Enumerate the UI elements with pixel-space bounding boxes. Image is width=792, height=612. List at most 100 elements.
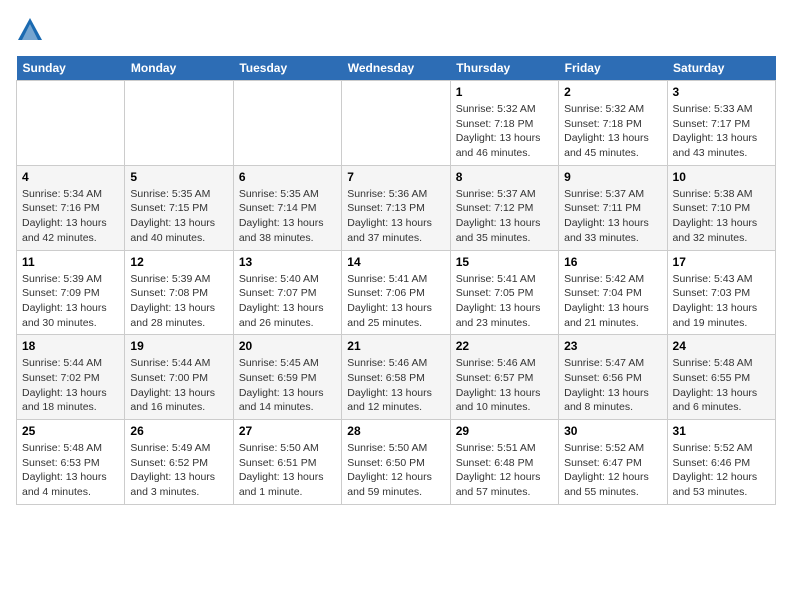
logo [16,16,48,44]
day-info: Sunrise: 5:47 AMSunset: 6:56 PMDaylight:… [564,356,661,415]
day-number: 16 [564,255,661,269]
weekday-header-thursday: Thursday [450,56,558,81]
calendar-cell: 27 Sunrise: 5:50 AMSunset: 6:51 PMDayligh… [233,420,341,505]
calendar-cell: 5 Sunrise: 5:35 AMSunset: 7:15 PMDaylight… [125,165,233,250]
day-info: Sunrise: 5:48 AMSunset: 6:53 PMDaylight:… [22,441,119,500]
day-number: 18 [22,339,119,353]
day-info: Sunrise: 5:50 AMSunset: 6:50 PMDaylight:… [347,441,444,500]
day-info: Sunrise: 5:46 AMSunset: 6:57 PMDaylight:… [456,356,553,415]
day-info: Sunrise: 5:36 AMSunset: 7:13 PMDaylight:… [347,187,444,246]
calendar-cell: 12Sunrise: 5:39 AMSunset: 7:08 PMDayligh… [125,250,233,335]
day-info: Sunrise: 5:41 AMSunset: 7:05 PMDaylight:… [456,272,553,331]
day-info: Sunrise: 5:52 AMSunset: 6:47 PMDaylight:… [564,441,661,500]
day-info: Sunrise: 5:39 AMSunset: 7:08 PMDaylight:… [130,272,227,331]
day-number: 6 [239,170,336,184]
day-number: 8 [456,170,553,184]
calendar-table: SundayMondayTuesdayWednesdayThursdayFrid… [16,56,776,505]
calendar-cell [17,81,125,166]
day-number: 17 [673,255,770,269]
day-number: 10 [673,170,770,184]
calendar-cell: 11Sunrise: 5:39 AMSunset: 7:09 PMDayligh… [17,250,125,335]
weekday-header-sunday: Sunday [17,56,125,81]
day-number: 2 [564,85,661,99]
day-number: 24 [673,339,770,353]
calendar-week-row: 1 Sunrise: 5:32 AMSunset: 7:18 PMDaylight… [17,81,776,166]
calendar-week-row: 4 Sunrise: 5:34 AMSunset: 7:16 PMDaylight… [17,165,776,250]
day-number: 27 [239,424,336,438]
calendar-cell: 24 Sunrise: 5:48 AMSunset: 6:55 PMDayligh… [667,335,775,420]
day-number: 4 [22,170,119,184]
page-header [16,16,776,44]
day-info: Sunrise: 5:46 AMSunset: 6:58 PMDaylight:… [347,356,444,415]
day-number: 25 [22,424,119,438]
day-number: 14 [347,255,444,269]
calendar-cell: 6 Sunrise: 5:35 AMSunset: 7:14 PMDaylight… [233,165,341,250]
day-info: Sunrise: 5:32 AMSunset: 7:18 PMDaylight:… [564,102,661,161]
logo-icon [16,16,44,44]
day-info: Sunrise: 5:34 AMSunset: 7:16 PMDaylight:… [22,187,119,246]
calendar-cell: 26 Sunrise: 5:49 AMSunset: 6:52 PMDayligh… [125,420,233,505]
calendar-cell: 13 Sunrise: 5:40 AMSunset: 7:07 PMDayligh… [233,250,341,335]
day-number: 26 [130,424,227,438]
day-info: Sunrise: 5:35 AMSunset: 7:15 PMDaylight:… [130,187,227,246]
day-info: Sunrise: 5:49 AMSunset: 6:52 PMDaylight:… [130,441,227,500]
day-info: Sunrise: 5:48 AMSunset: 6:55 PMDaylight:… [673,356,770,415]
day-number: 29 [456,424,553,438]
calendar-week-row: 11Sunrise: 5:39 AMSunset: 7:09 PMDayligh… [17,250,776,335]
day-info: Sunrise: 5:39 AMSunset: 7:09 PMDaylight:… [22,272,119,331]
calendar-cell: 19Sunrise: 5:44 AMSunset: 7:00 PMDayligh… [125,335,233,420]
day-info: Sunrise: 5:37 AMSunset: 7:12 PMDaylight:… [456,187,553,246]
calendar-cell: 16 Sunrise: 5:42 AMSunset: 7:04 PMDayligh… [559,250,667,335]
calendar-cell: 22 Sunrise: 5:46 AMSunset: 6:57 PMDayligh… [450,335,558,420]
calendar-week-row: 25 Sunrise: 5:48 AMSunset: 6:53 PMDayligh… [17,420,776,505]
calendar-cell: 21 Sunrise: 5:46 AMSunset: 6:58 PMDayligh… [342,335,450,420]
calendar-cell: 14Sunrise: 5:41 AMSunset: 7:06 PMDayligh… [342,250,450,335]
day-number: 21 [347,339,444,353]
calendar-cell: 2 Sunrise: 5:32 AMSunset: 7:18 PMDaylight… [559,81,667,166]
weekday-header-wednesday: Wednesday [342,56,450,81]
calendar-cell: 17 Sunrise: 5:43 AMSunset: 7:03 PMDayligh… [667,250,775,335]
day-info: Sunrise: 5:37 AMSunset: 7:11 PMDaylight:… [564,187,661,246]
day-number: 31 [673,424,770,438]
day-info: Sunrise: 5:44 AMSunset: 7:02 PMDaylight:… [22,356,119,415]
calendar-cell: 3 Sunrise: 5:33 AMSunset: 7:17 PMDaylight… [667,81,775,166]
calendar-cell: 7 Sunrise: 5:36 AMSunset: 7:13 PMDaylight… [342,165,450,250]
day-info: Sunrise: 5:51 AMSunset: 6:48 PMDaylight:… [456,441,553,500]
day-info: Sunrise: 5:42 AMSunset: 7:04 PMDaylight:… [564,272,661,331]
calendar-cell: 4 Sunrise: 5:34 AMSunset: 7:16 PMDaylight… [17,165,125,250]
calendar-cell [342,81,450,166]
weekday-header-row: SundayMondayTuesdayWednesdayThursdayFrid… [17,56,776,81]
calendar-week-row: 18 Sunrise: 5:44 AMSunset: 7:02 PMDayligh… [17,335,776,420]
calendar-cell: 28 Sunrise: 5:50 AMSunset: 6:50 PMDayligh… [342,420,450,505]
day-number: 1 [456,85,553,99]
day-number: 7 [347,170,444,184]
day-number: 5 [130,170,227,184]
day-number: 20 [239,339,336,353]
calendar-cell: 15 Sunrise: 5:41 AMSunset: 7:05 PMDayligh… [450,250,558,335]
day-info: Sunrise: 5:45 AMSunset: 6:59 PMDaylight:… [239,356,336,415]
day-number: 3 [673,85,770,99]
calendar-cell: 23 Sunrise: 5:47 AMSunset: 6:56 PMDayligh… [559,335,667,420]
day-number: 28 [347,424,444,438]
weekday-header-monday: Monday [125,56,233,81]
day-info: Sunrise: 5:44 AMSunset: 7:00 PMDaylight:… [130,356,227,415]
day-info: Sunrise: 5:35 AMSunset: 7:14 PMDaylight:… [239,187,336,246]
calendar-cell: 31Sunrise: 5:52 AMSunset: 6:46 PMDayligh… [667,420,775,505]
calendar-cell [233,81,341,166]
day-number: 15 [456,255,553,269]
day-number: 13 [239,255,336,269]
day-info: Sunrise: 5:40 AMSunset: 7:07 PMDaylight:… [239,272,336,331]
calendar-cell: 9 Sunrise: 5:37 AMSunset: 7:11 PMDaylight… [559,165,667,250]
day-number: 9 [564,170,661,184]
weekday-header-friday: Friday [559,56,667,81]
calendar-cell: 1Sunrise: 5:32 AMSunset: 7:18 PMDaylight… [450,81,558,166]
day-info: Sunrise: 5:43 AMSunset: 7:03 PMDaylight:… [673,272,770,331]
day-info: Sunrise: 5:38 AMSunset: 7:10 PMDaylight:… [673,187,770,246]
calendar-cell: 18 Sunrise: 5:44 AMSunset: 7:02 PMDayligh… [17,335,125,420]
calendar-cell: 20 Sunrise: 5:45 AMSunset: 6:59 PMDayligh… [233,335,341,420]
day-number: 22 [456,339,553,353]
day-number: 23 [564,339,661,353]
day-info: Sunrise: 5:50 AMSunset: 6:51 PMDaylight:… [239,441,336,500]
day-info: Sunrise: 5:33 AMSunset: 7:17 PMDaylight:… [673,102,770,161]
weekday-header-tuesday: Tuesday [233,56,341,81]
